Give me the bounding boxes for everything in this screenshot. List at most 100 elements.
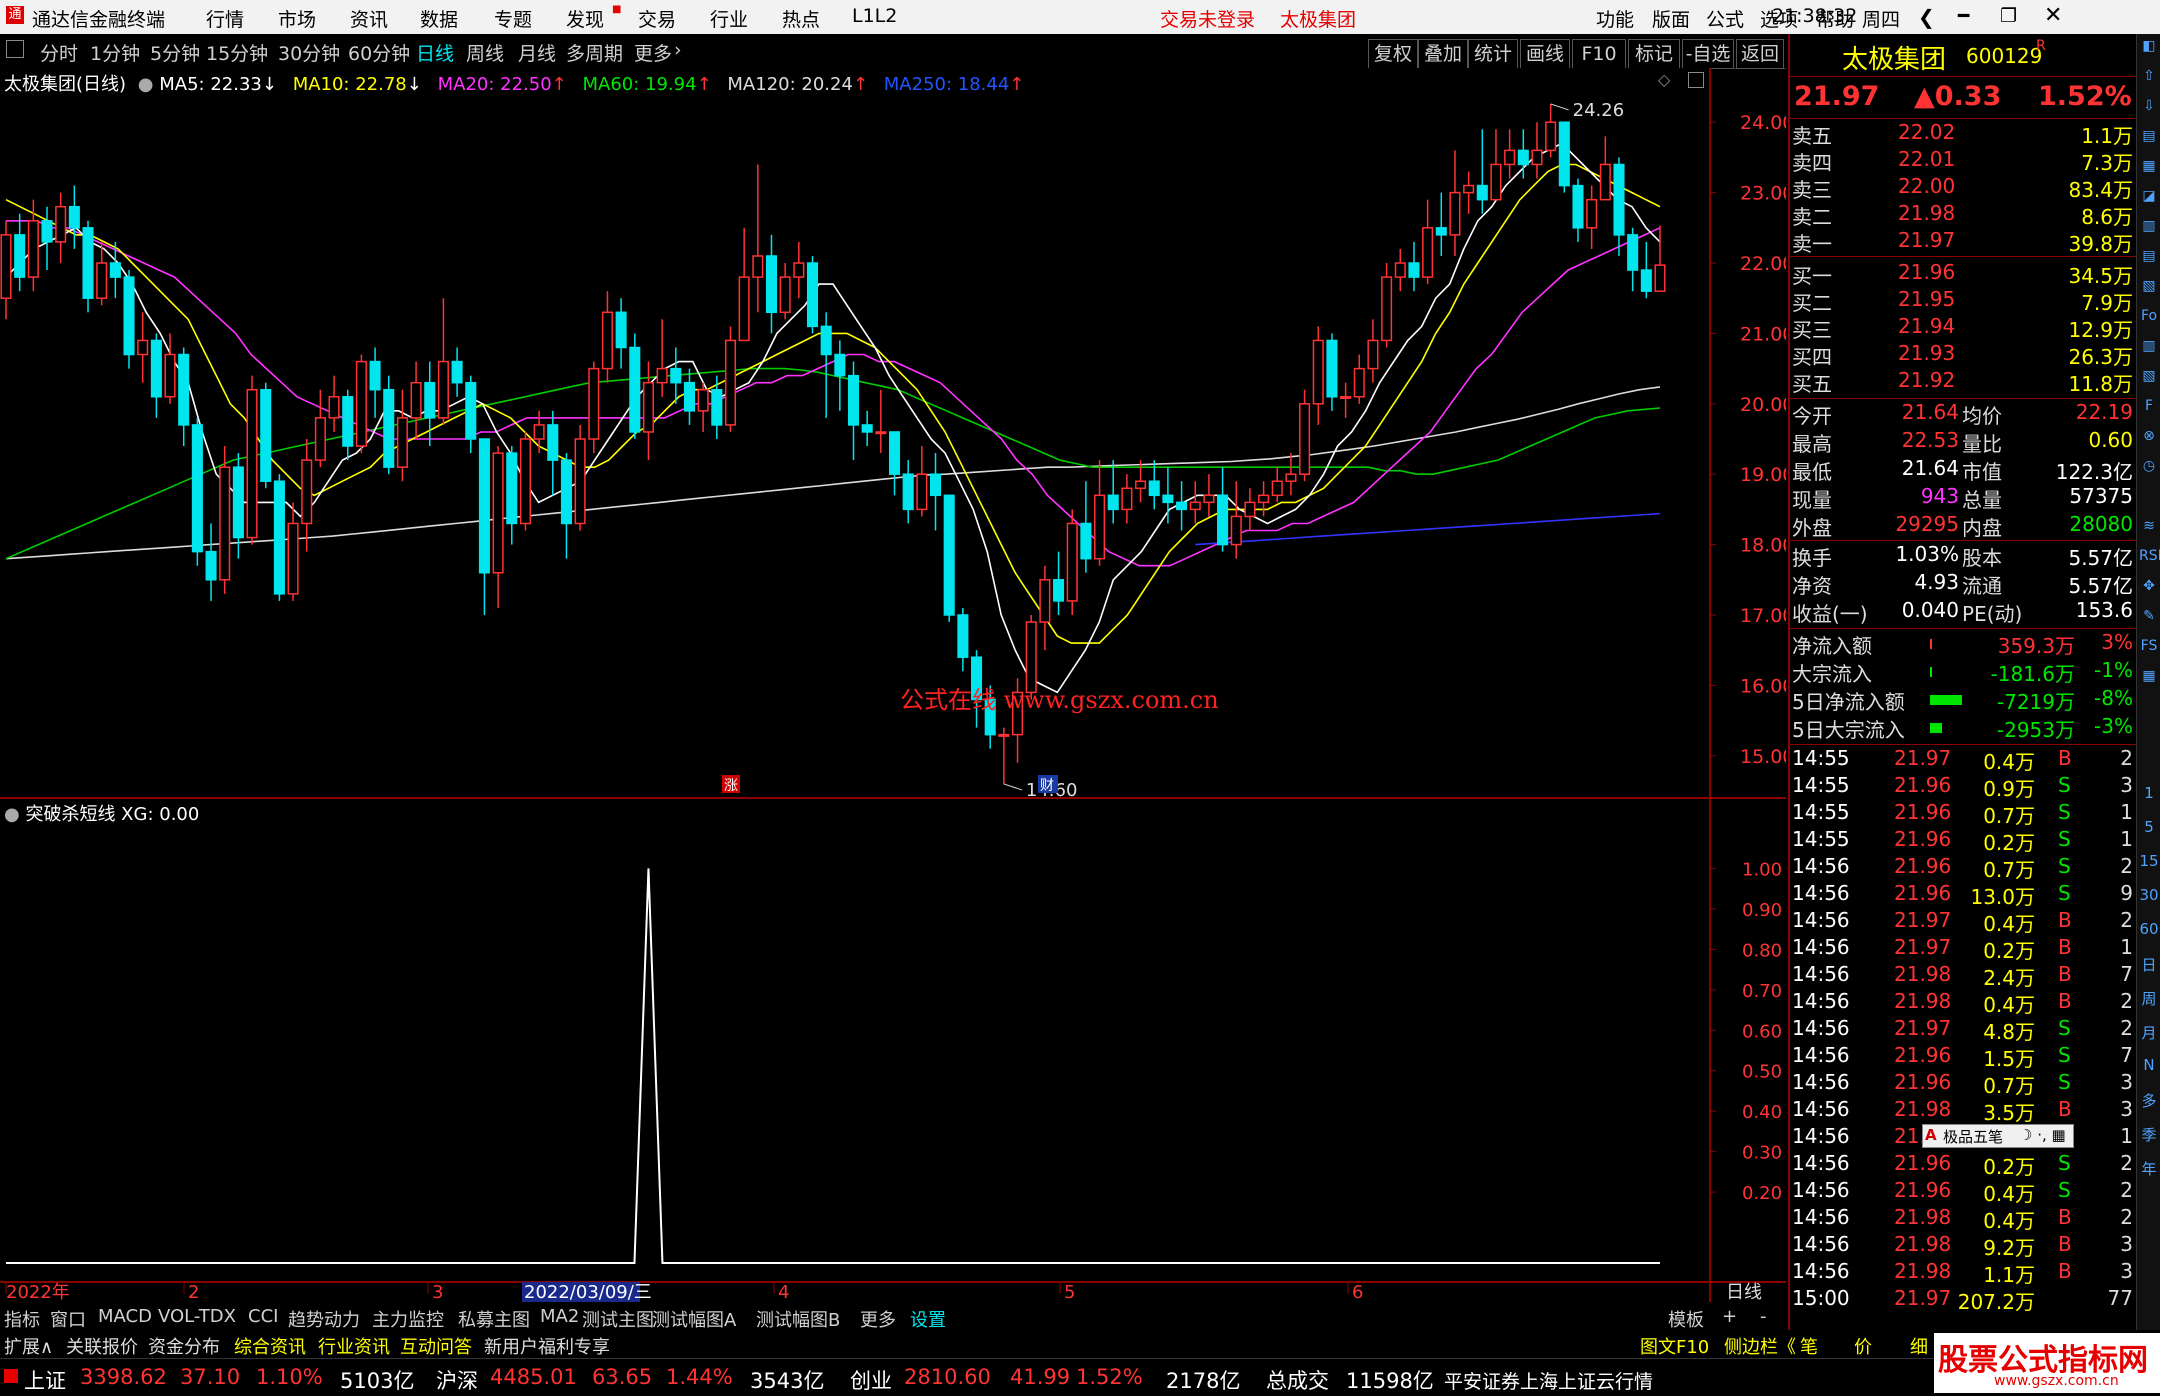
indicator-tab-6[interactable]: 主力监控 [372,1306,444,1332]
ext-tab-2[interactable]: 资金分布 [148,1333,220,1359]
candle[interactable] [355,354,367,454]
settings-dot-icon[interactable]: ● [138,74,154,95]
tool-button-3[interactable]: 画线 [1520,39,1570,69]
ext-tab-1[interactable]: 关联报价 [66,1333,138,1359]
ext-tab-3[interactable]: 综合资讯 [234,1333,306,1359]
stat-row[interactable]: 收益(一) 0.040 PE(动) 153.6 [1790,598,2137,626]
period-tab-6[interactable]: 日线 [416,39,454,66]
close-icon[interactable]: ✕ [2044,3,2062,28]
hs-label[interactable]: 沪深 [436,1365,478,1395]
side-period-1[interactable]: 5 [2139,818,2159,840]
side-tool-icon[interactable]: ▤ [2139,248,2159,270]
candle[interactable] [383,375,395,475]
candle[interactable] [273,474,285,601]
panel-toggle-icon[interactable] [1688,72,1704,88]
side-period-10[interactable]: 季 [2139,1124,2159,1146]
side-period-2[interactable]: 15 [2139,852,2159,874]
tick-row[interactable]: 14:56 21.96 1.5万 S 7 [1790,1043,2137,1071]
flow-row[interactable]: 5日大宗流入 -2953万 -3% [1790,714,2137,742]
ext-right-0[interactable]: 图文F10 [1640,1333,1709,1359]
side-period-7[interactable]: 月 [2139,1022,2159,1044]
template-tab-1[interactable]: + [1722,1306,1737,1327]
chart-area[interactable]: 24.0023.0022.0021.0020.0019.0018.0017.00… [0,68,1794,1303]
tick-row[interactable]: 14:56 21.98 0.4万 B 2 [1790,1205,2137,1233]
indicator-tab-2[interactable]: MACD [98,1306,152,1327]
tick-row[interactable]: 14:56 21.98 0.4万 B 2 [1790,989,2137,1017]
side-tool-icon[interactable]: ≋ [2139,518,2159,540]
candle[interactable] [82,220,94,313]
tick-row[interactable]: 14:56 21.98 1.1万 B 3 [1790,1259,2137,1287]
menu-4[interactable]: 专题 [494,5,532,32]
side-period-8[interactable]: N [2139,1056,2159,1078]
tool-button-6[interactable]: -自选 [1682,39,1734,69]
candle[interactable] [588,361,600,454]
bid-row[interactable]: 买四 21.93 26.3万 [1790,341,2137,369]
tick-row[interactable]: 14:56 21.96 0.7万 S 2 [1790,854,2137,882]
stat-row[interactable]: 换手 1.03% 股本 5.57亿 [1790,542,2137,570]
menu-1[interactable]: 市场 [278,5,316,32]
indicator-tab-3[interactable]: VOL-TDX [158,1306,236,1327]
side-tool-icon[interactable]: F [2139,398,2159,420]
ext-right-1[interactable]: 侧边栏《 [1724,1333,1796,1359]
side-tool-icon[interactable]: RSI [2139,548,2160,570]
candle[interactable] [219,446,231,594]
indicator-tab-4[interactable]: CCI [248,1306,278,1327]
candlestick-chart[interactable]: 24.0023.0022.0021.0020.0019.0018.0017.00… [0,68,1794,1303]
period-tab-9[interactable]: 多周期 [566,39,623,66]
tick-row[interactable]: 14:55 21.96 0.9万 S 3 [1790,773,2137,801]
side-tool-icon[interactable]: ⇧ [2139,68,2159,90]
period-tab-4[interactable]: 30分钟 [278,39,340,66]
indicator-tab-5[interactable]: 趋势动力 [288,1306,360,1332]
tick-row[interactable]: 14:56 21.98 3.5万 B 3 [1790,1097,2137,1125]
period-tab-2[interactable]: 5分钟 [150,39,200,66]
period-tab-10[interactable]: 更多 [634,39,672,66]
candle[interactable] [724,326,737,432]
tool-button-5[interactable]: 标记 [1628,39,1680,69]
back-icon[interactable]: ❮ [1918,5,1935,29]
side-tool-icon[interactable]: ▥ [2139,338,2159,360]
side-tool-icon[interactable] [2139,488,2159,510]
ime-popup[interactable]: A 极品五笔 ☽ ·, ▦ [1922,1124,2074,1148]
bid-row[interactable]: 买二 21.95 7.9万 [1790,287,2137,315]
period-tab-1[interactable]: 1分钟 [90,39,140,66]
diamond-icon[interactable]: ◇ [1658,70,1670,89]
right-menu-2[interactable]: 公式 [1706,5,1744,32]
menu-6[interactable]: 交易 [638,5,676,32]
right-menu-4[interactable]: 帮助 [1816,5,1854,32]
menu-8[interactable]: 热点 [782,5,820,32]
side-tool-icon[interactable]: ▦ [2139,158,2159,180]
stat-row[interactable]: 外盘 29295 内盘 28080 [1790,512,2137,540]
flow-row[interactable]: 净流入额 359.3万 3% [1790,630,2137,658]
tick-row[interactable]: 14:56 21.97 0.2万 B 1 [1790,935,2137,963]
side-tool-icon[interactable]: ◧ [2139,38,2159,60]
restore-icon[interactable]: ❐ [2000,5,2017,27]
bid-row[interactable]: 买三 21.94 12.9万 [1790,314,2137,342]
tick-row[interactable]: 14:56 21.96 0.4万 S 2 [1790,1178,2137,1206]
indicator-tab-8[interactable]: MA2 [540,1306,579,1327]
stat-row[interactable]: 最高 22.53 量比 0.60 [1790,428,2137,456]
indicator-tab-0[interactable]: 指标 [4,1306,40,1332]
side-period-0[interactable]: 1 [2139,784,2159,806]
side-period-11[interactable]: 年 [2139,1158,2159,1180]
ask-row[interactable]: 卖一 21.97 39.8万 [1790,228,2137,256]
stat-row[interactable]: 最低 21.64 市值 122.3亿 [1790,456,2137,484]
period-tab-0[interactable]: 分时 [40,39,78,66]
side-tool-icon[interactable]: ◪ [2139,188,2159,210]
candle[interactable] [260,382,272,489]
indicator-tab-13[interactable]: 设置 [910,1306,946,1332]
stat-row[interactable]: 今开 21.64 均价 22.19 [1790,400,2137,428]
menu-0[interactable]: 行情 [206,5,244,32]
side-tool-icon[interactable]: Fo [2139,308,2159,330]
menu-5[interactable]: 发现 [566,5,604,32]
tick-row[interactable]: 14:56 21.98 9.2万 B 3 [1790,1232,2137,1260]
bid-row[interactable]: 买一 21.96 34.5万 [1790,260,2137,288]
indicator-tab-11[interactable]: 测试幅图B [756,1306,840,1332]
period-tab-3[interactable]: 15分钟 [206,39,268,66]
cy-label[interactable]: 创业 [850,1365,892,1395]
right-menu-3[interactable]: 选项 [1760,5,1798,32]
ext-tab-5[interactable]: 互动问答 [400,1333,472,1359]
tick-row[interactable]: 15:00 21.97 207.2万 77 [1790,1286,2137,1314]
tick-row[interactable]: 14:55 21.97 0.4万 B 2 [1790,746,2137,774]
tick-row[interactable]: 14:55 21.96 0.7万 S 1 [1790,800,2137,828]
menu-square-icon[interactable] [6,40,24,58]
